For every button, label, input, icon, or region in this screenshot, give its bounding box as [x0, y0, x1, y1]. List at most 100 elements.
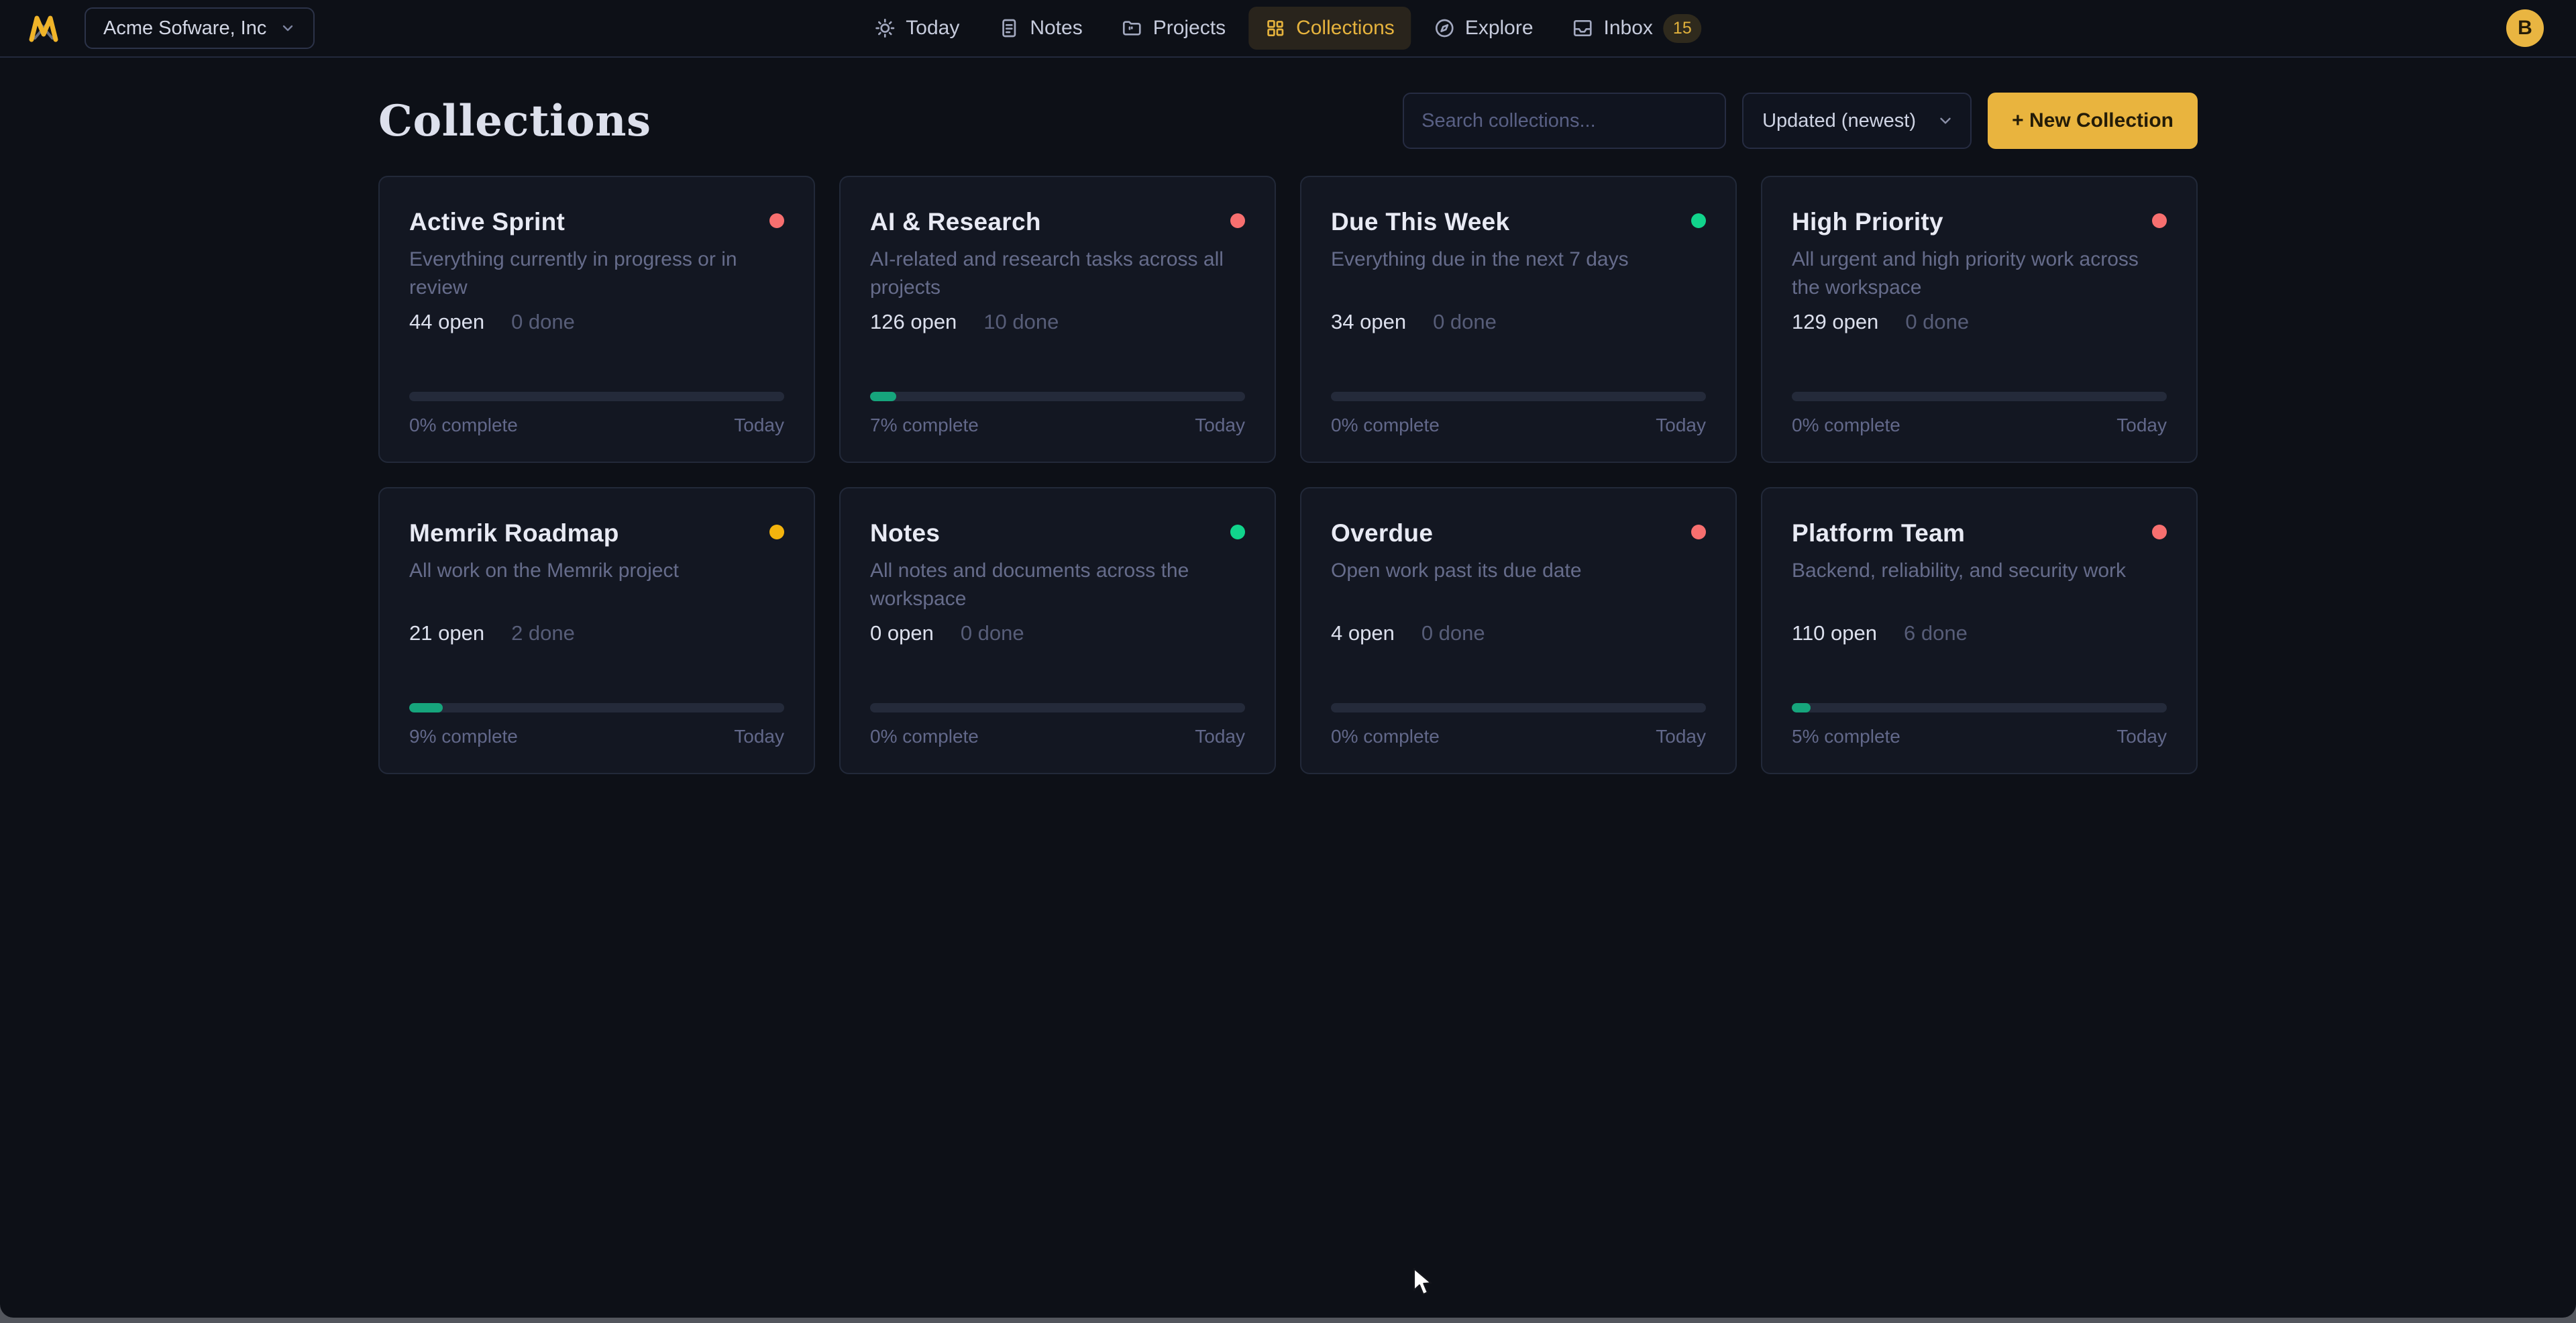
card-footer: 0% complete Today [1331, 726, 1706, 747]
collection-card[interactable]: AI & Research AI-related and research ta… [839, 176, 1276, 463]
nav-item-collections[interactable]: Collections [1248, 7, 1411, 50]
card-stats: 4 open 0 done [1331, 621, 1706, 645]
main-nav: Today Notes Projects [858, 0, 1717, 56]
status-dot [1691, 525, 1706, 539]
collection-card[interactable]: High Priority All urgent and high priori… [1761, 176, 2198, 463]
open-count: 110 open [1792, 621, 1877, 645]
top-bar: Acme Sofware, Inc Today [0, 0, 2576, 58]
card-title: High Priority [1792, 208, 1943, 236]
done-count: 0 done [511, 310, 575, 334]
nav-label: Explore [1465, 17, 1534, 40]
card-stats: 126 open 10 done [870, 310, 1245, 334]
sun-icon [874, 17, 896, 39]
done-count: 0 done [961, 621, 1024, 645]
inbox-badge: 15 [1663, 14, 1702, 43]
done-count: 0 done [1433, 310, 1497, 334]
collection-card[interactable]: Notes All notes and documents across the… [839, 487, 1276, 774]
nav-label: Notes [1030, 17, 1082, 40]
nav-item-inbox[interactable]: Inbox 15 [1556, 4, 1718, 53]
card-title: Due This Week [1331, 208, 1509, 236]
card-header: Memrik Roadmap [409, 519, 784, 547]
percent-complete: 0% complete [1331, 726, 1440, 747]
progress-bar [409, 703, 784, 712]
page-title: Collections [378, 96, 651, 146]
card-title: Notes [870, 519, 940, 547]
collection-card[interactable]: Memrik Roadmap All work on the Memrik pr… [378, 487, 815, 774]
nav-item-explore[interactable]: Explore [1417, 7, 1550, 50]
card-stats: 129 open 0 done [1792, 310, 2167, 334]
card-header: AI & Research [870, 208, 1245, 236]
workspace-selector[interactable]: Acme Sofware, Inc [85, 7, 315, 49]
sort-dropdown[interactable]: Updated (newest) [1742, 93, 1972, 149]
done-count: 10 done [983, 310, 1059, 334]
user-avatar[interactable]: B [2506, 9, 2544, 47]
card-description: All work on the Memrik project [409, 557, 784, 613]
done-count: 0 done [1421, 621, 1485, 645]
card-stats: 44 open 0 done [409, 310, 784, 334]
card-stats: 34 open 0 done [1331, 310, 1706, 334]
progress-bar [870, 392, 1245, 401]
card-title: Platform Team [1792, 519, 1965, 547]
percent-complete: 7% complete [870, 415, 979, 436]
page-controls: Updated (newest) + New Collection [1403, 93, 2198, 149]
mouse-cursor [1407, 1267, 1436, 1298]
card-description: All urgent and high priority work across… [1792, 246, 2167, 302]
status-dot [1230, 213, 1245, 228]
card-header: Overdue [1331, 519, 1706, 547]
percent-complete: 0% complete [1331, 415, 1440, 436]
folder-icon [1122, 17, 1143, 39]
collections-grid: Active Sprint Everything currently in pr… [378, 176, 2198, 774]
new-collection-button[interactable]: + New Collection [1988, 93, 2198, 149]
collection-card[interactable]: Overdue Open work past its due date 4 op… [1300, 487, 1737, 774]
chevron-down-icon [1937, 112, 1954, 129]
compass-icon [1434, 17, 1455, 39]
app-logo-icon[interactable] [28, 13, 59, 44]
nav-item-projects[interactable]: Projects [1106, 7, 1242, 50]
nav-item-today[interactable]: Today [858, 7, 975, 50]
note-icon [998, 17, 1020, 39]
percent-complete: 0% complete [870, 726, 979, 747]
nav-item-notes[interactable]: Notes [982, 7, 1098, 50]
open-count: 0 open [870, 621, 934, 645]
collection-card[interactable]: Platform Team Backend, reliability, and … [1761, 487, 2198, 774]
card-stats: 0 open 0 done [870, 621, 1245, 645]
progress-bar [1331, 392, 1706, 401]
progress-bar [1331, 703, 1706, 712]
status-dot [2152, 213, 2167, 228]
collection-card[interactable]: Active Sprint Everything currently in pr… [378, 176, 815, 463]
progress-bar [1792, 392, 2167, 401]
app-window: Acme Sofware, Inc Today [0, 0, 2576, 1318]
sort-value: Updated (newest) [1762, 110, 1916, 132]
updated-label: Today [1656, 415, 1706, 436]
card-header: Platform Team [1792, 519, 2167, 547]
open-count: 44 open [409, 310, 484, 334]
search-input[interactable] [1403, 93, 1726, 149]
progress-bar [409, 392, 784, 401]
updated-label: Today [2116, 726, 2167, 747]
grid-icon [1265, 17, 1286, 39]
updated-label: Today [734, 726, 784, 747]
done-count: 2 done [511, 621, 575, 645]
card-description: Open work past its due date [1331, 557, 1706, 613]
card-footer: 0% complete Today [1331, 415, 1706, 436]
open-count: 4 open [1331, 621, 1395, 645]
progress-fill [1792, 703, 1811, 712]
nav-label: Collections [1296, 17, 1395, 40]
card-header: Notes [870, 519, 1245, 547]
progress-fill [870, 392, 896, 401]
card-footer: 7% complete Today [870, 415, 1245, 436]
card-footer: 9% complete Today [409, 726, 784, 747]
status-dot [769, 525, 784, 539]
card-header: High Priority [1792, 208, 2167, 236]
done-count: 6 done [1904, 621, 1968, 645]
inbox-icon [1572, 17, 1594, 39]
percent-complete: 5% complete [1792, 726, 1900, 747]
updated-label: Today [1656, 726, 1706, 747]
progress-fill [409, 703, 443, 712]
card-description: Everything currently in progress or in r… [409, 246, 784, 302]
card-header: Active Sprint [409, 208, 784, 236]
page-header: Collections Updated (newest) + New Colle… [378, 93, 2198, 149]
updated-label: Today [734, 415, 784, 436]
updated-label: Today [1195, 415, 1245, 436]
collection-card[interactable]: Due This Week Everything due in the next… [1300, 176, 1737, 463]
